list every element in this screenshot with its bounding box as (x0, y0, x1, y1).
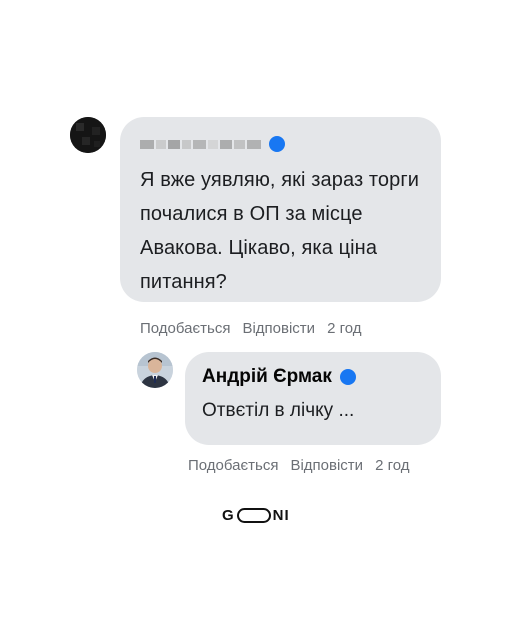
verified-badge-icon (269, 136, 285, 152)
timestamp-link[interactable]: 2 год (375, 457, 409, 474)
logo-oval-shape (236, 508, 271, 523)
reply-link[interactable]: Відповісти (290, 457, 363, 474)
goni-logo: G NI (222, 507, 290, 524)
timestamp-link[interactable]: 2 год (327, 320, 361, 337)
reply-author-avatar[interactable] (137, 352, 173, 388)
like-link[interactable]: Подобається (188, 457, 278, 474)
like-link[interactable]: Подобається (140, 320, 230, 337)
reply-actions: Подобається Відповісти 2 год (188, 457, 409, 474)
logo-letters-right: NI (272, 507, 290, 524)
reply-author-row: Андрій Єрмак (202, 366, 423, 388)
blurred-commenter-name[interactable] (140, 139, 261, 149)
comment-bubble: Я вже уявляю, які зараз торги почалися в… (120, 117, 441, 302)
comment-actions: Подобається Відповісти 2 год (140, 320, 361, 337)
reply-link[interactable]: Відповісти (242, 320, 315, 337)
commenter-name-row (140, 133, 421, 155)
reply-author-name[interactable]: Андрій Єрмак (202, 366, 332, 388)
reply-bubble: Андрій Єрмак Отвєтіл в лічку ... (185, 352, 441, 445)
verified-badge-icon (339, 369, 356, 385)
reply-text: Отвєтіл в лічку ... (202, 400, 355, 421)
logo-letter-left: G (222, 507, 235, 524)
commenter-avatar-pixelated[interactable] (70, 117, 106, 153)
comment-text: Я вже уявляю, які зараз торги почалися в… (140, 169, 420, 293)
